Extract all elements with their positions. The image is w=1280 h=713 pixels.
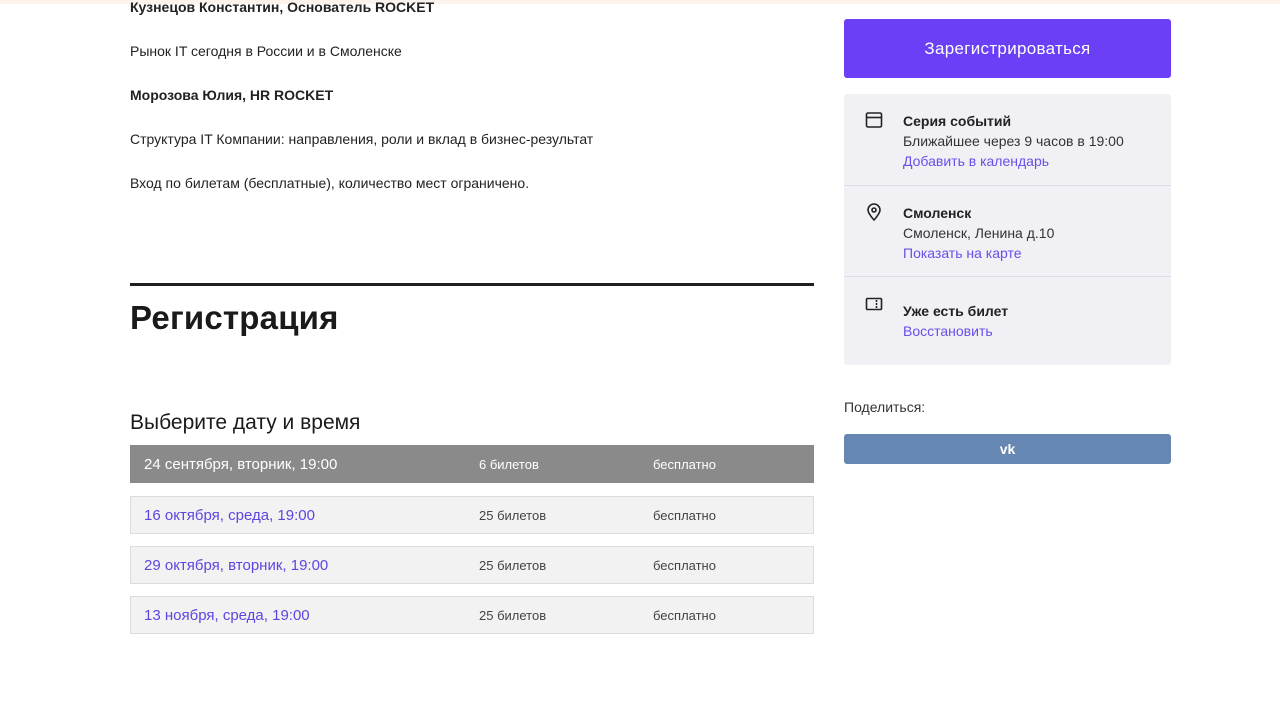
section-divider	[130, 283, 814, 286]
info-divider	[844, 185, 1171, 186]
choose-date-label: Выберите дату и время	[130, 411, 361, 434]
entry-note: Вход по билетам (бесплатные), количество…	[130, 175, 530, 191]
date-option-selected[interactable]: 24 сентября, вторник, 19:00 6 билетов бе…	[130, 445, 814, 483]
talk-title: Рынок IT сегодня в России и в Смоленске	[130, 43, 402, 59]
ticket-title: Уже есть билет	[903, 303, 1009, 319]
registration-title: Регистрация	[130, 299, 339, 336]
date-option[interactable]: 16 октября, среда, 19:00 25 билетов бесп…	[130, 496, 814, 534]
vk-icon: vk	[999, 441, 1016, 457]
location-address: Смоленск, Ленина д.10	[903, 225, 1055, 241]
date-option-price: бесплатно	[653, 558, 716, 573]
date-option-tickets: 6 билетов	[479, 457, 539, 472]
speaker-name: Морозова Юлия, HR ROCKET	[130, 87, 334, 103]
ticket-icon	[865, 297, 883, 311]
date-option[interactable]: 29 октября, вторник, 19:00 25 билетов бе…	[130, 546, 814, 584]
date-option-tickets: 25 билетов	[479, 558, 547, 573]
date-option-tickets: 25 билетов	[479, 508, 547, 523]
date-option-label: 29 октября, вторник, 19:00	[144, 557, 329, 574]
show-on-map-link[interactable]: Показать на карте	[903, 244, 1022, 262]
location-title: Смоленск	[903, 205, 972, 221]
calendar-icon	[865, 112, 883, 128]
date-option-label: 16 октября, среда, 19:00	[144, 507, 315, 524]
event-info-panel: Серия событий Ближайшее через 9 часов в …	[844, 94, 1171, 365]
date-option-label: 13 ноября, среда, 19:00	[144, 607, 310, 624]
date-option-tickets: 25 билетов	[479, 608, 547, 623]
map-pin-icon	[867, 203, 881, 222]
date-option-price: бесплатно	[653, 508, 716, 523]
series-next: Ближайшее через 9 часов в 19:00	[903, 133, 1124, 149]
date-option-price: бесплатно	[653, 608, 716, 623]
add-to-calendar-link[interactable]: Добавить в календарь	[903, 152, 1049, 170]
restore-ticket-link[interactable]: Восстановить	[903, 322, 993, 340]
share-label: Поделиться:	[844, 399, 926, 415]
date-option-label: 24 сентября, вторник, 19:00	[144, 456, 338, 473]
vk-share-button[interactable]: vk	[844, 434, 1171, 464]
register-button[interactable]: Зарегистрироваться	[844, 19, 1171, 78]
talk-title: Структура IT Компании: направления, роли…	[130, 131, 594, 147]
date-option[interactable]: 13 ноября, среда, 19:00 25 билетов беспл…	[130, 596, 814, 634]
date-option-price: бесплатно	[653, 457, 716, 472]
series-title: Серия событий	[903, 113, 1012, 129]
speaker-name: Кузнецов Константин, Основатель ROCKET	[130, 0, 435, 15]
info-divider	[844, 276, 1171, 277]
